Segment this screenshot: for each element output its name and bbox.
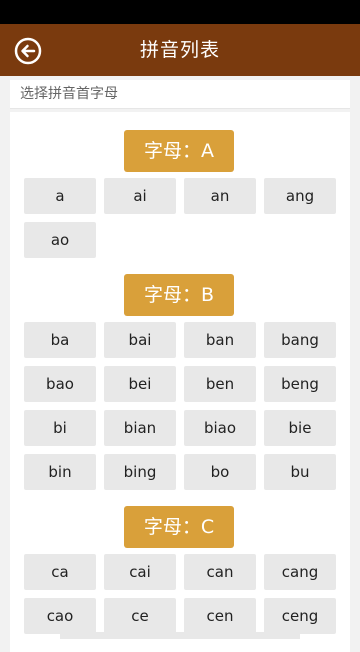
group-header-c: 字母：C	[10, 506, 350, 548]
pinyin-chip[interactable]: bang	[264, 322, 336, 358]
pinyin-chip[interactable]: cen	[184, 598, 256, 634]
pinyin-chip[interactable]: ben	[184, 366, 256, 402]
pinyin-chip[interactable]: bin	[24, 454, 96, 490]
pinyin-chip[interactable]: ceng	[264, 598, 336, 634]
pinyin-chip[interactable]: cao	[24, 598, 96, 634]
pinyin-chip[interactable]: beng	[264, 366, 336, 402]
pinyin-chip[interactable]: biao	[184, 410, 256, 446]
subheader: 选择拼音首字母	[10, 80, 350, 109]
letter-badge-b: 字母：B	[124, 274, 234, 316]
pinyin-chip[interactable]: cai	[104, 554, 176, 590]
pinyin-chip[interactable]: cang	[264, 554, 336, 590]
letter-badge-c: 字母：C	[124, 506, 234, 548]
pinyin-chip[interactable]: ba	[24, 322, 96, 358]
pinyin-chip[interactable]: ao	[24, 222, 96, 258]
pinyin-chip[interactable]: a	[24, 178, 96, 214]
pinyin-chip[interactable]: ce	[104, 598, 176, 634]
bottom-divider	[60, 632, 300, 639]
pinyin-chip[interactable]: an	[184, 178, 256, 214]
pinyin-chip[interactable]: ca	[24, 554, 96, 590]
status-bar	[0, 0, 360, 24]
app-header: 拼音列表	[0, 24, 360, 76]
pinyin-chip[interactable]: bu	[264, 454, 336, 490]
subheader-label: 选择拼音首字母	[20, 86, 118, 102]
group-header-b: 字母：B	[10, 274, 350, 316]
pinyin-chip[interactable]: bian	[104, 410, 176, 446]
pinyin-chip[interactable]: bo	[184, 454, 256, 490]
pinyin-chip[interactable]: bao	[24, 366, 96, 402]
group-header-a: 字母：A	[10, 130, 350, 172]
pinyin-list-panel: 字母：A a ai an ang ao 字母：B ba bai ban bang…	[10, 112, 350, 652]
pinyin-chip[interactable]: ang	[264, 178, 336, 214]
pinyin-chip[interactable]: can	[184, 554, 256, 590]
pinyin-chip[interactable]: ai	[104, 178, 176, 214]
letter-badge-a: 字母：A	[124, 130, 234, 172]
page-title: 拼音列表	[139, 39, 220, 61]
pinyin-chip[interactable]: bi	[24, 410, 96, 446]
pinyin-chip[interactable]: bing	[104, 454, 176, 490]
pinyin-chip[interactable]: bei	[104, 366, 176, 402]
pinyin-chip[interactable]: ban	[184, 322, 256, 358]
pinyin-chip[interactable]: bie	[264, 410, 336, 446]
pinyin-chip[interactable]: bai	[104, 322, 176, 358]
